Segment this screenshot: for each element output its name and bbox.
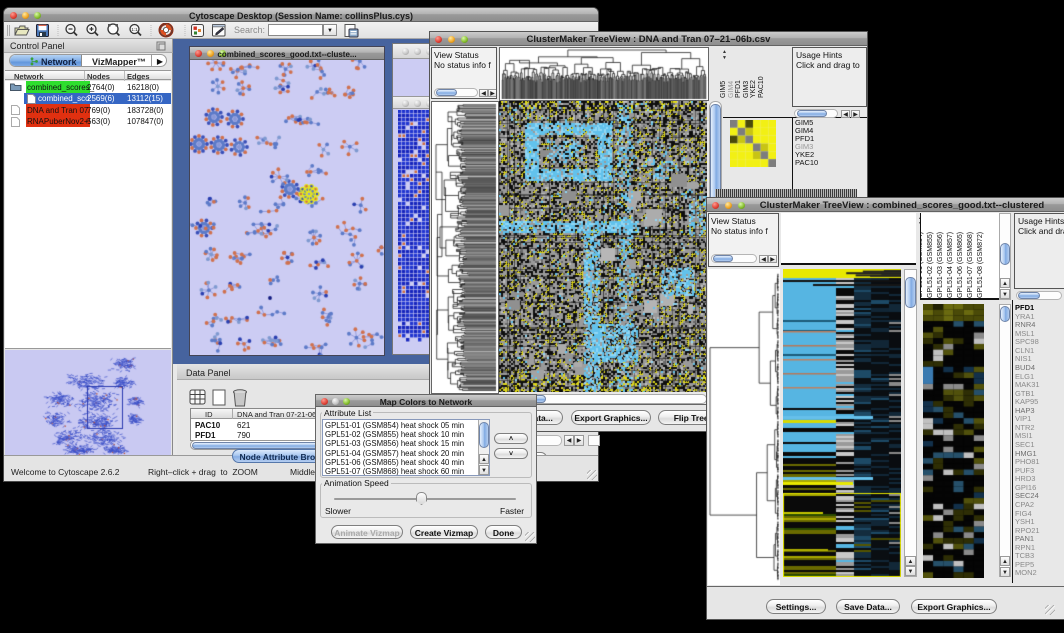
svg-text:1:1: 1:1 (131, 27, 138, 32)
